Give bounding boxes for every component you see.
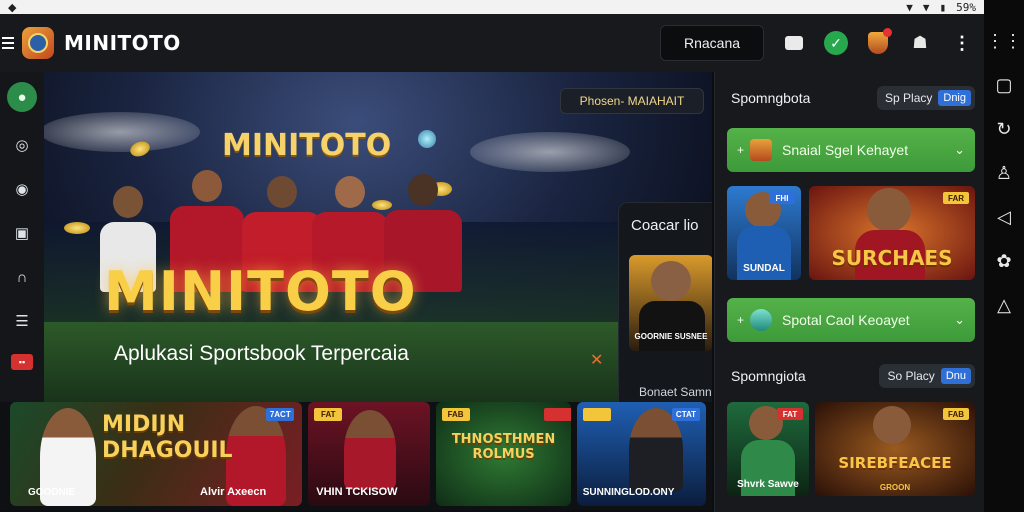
wifi-icon: ▼ (906, 0, 913, 14)
promo-badge: CTAT (672, 408, 700, 421)
section-filter[interactable]: So Placy Dnu (879, 364, 975, 388)
shield-notification-icon[interactable] (866, 28, 892, 55)
tile-title: SURCHAES (831, 246, 953, 270)
grid-icon[interactable]: ⋮⋮ (986, 30, 1022, 52)
recent-apps-icon[interactable]: ▢ (993, 74, 1015, 96)
promo-caption: VHIN TCKISOW (316, 486, 398, 498)
floating-promo-card[interactable]: Coacar lio GOORNIE SUSNEE Bonaet Samn (618, 202, 712, 404)
right-panel: Spomngbota Sp Placy Dnig + Snaial Sgel K… (714, 72, 984, 512)
list-icon[interactable]: ☰ (11, 310, 33, 332)
filter-tag: Dnu (940, 368, 971, 384)
person-icon[interactable]: ♙ (993, 162, 1015, 184)
hero-small-title: MINITOTO (222, 128, 392, 163)
promo-badge-icon (582, 408, 611, 421)
tile-badge: FAT (777, 408, 803, 420)
category-bar[interactable]: + Spotal Caol Keoayet ⌄ (727, 298, 975, 342)
game-tile[interactable]: SURCHAES FAR (809, 186, 975, 280)
floating-card-text: Bonaet Samn (639, 385, 712, 399)
trophy-icon (750, 139, 773, 161)
menu-icon[interactable] (2, 33, 16, 53)
settings-icon[interactable]: ✿ (993, 250, 1015, 272)
promo-card[interactable]: MIDIJN DHAGOUIL GOODNIE Alvir Axeecn 7AC… (10, 402, 303, 506)
floating-card-title: Coacar lio (631, 216, 699, 234)
floating-card-image: GOORNIE SUSNEE (629, 255, 712, 351)
promo-card[interactable]: VHIN TCKISOW FAT (308, 402, 430, 506)
promo-badge: FAT (314, 408, 343, 421)
live-icon[interactable]: ◉ (11, 178, 33, 200)
floating-card-caption: GOORNIE SUSNEE (634, 332, 708, 341)
home-up-icon[interactable]: △ (993, 294, 1015, 316)
promo-badge-icon (543, 408, 571, 421)
status-bar: ◆ ▼ ▼ ▮ 59% (0, 0, 984, 14)
filter-label: So Placy (887, 369, 935, 383)
more-icon[interactable]: ⋮ (950, 31, 974, 55)
brand-name[interactable]: MINITOTO (64, 31, 181, 55)
card-icon[interactable] (782, 31, 806, 55)
hero-tag[interactable]: Phosen- MAIAHAIT (560, 88, 704, 114)
promo-caption: SUNNINGLOD.ONY (582, 487, 675, 498)
chevron-down-icon: ⌄ (954, 142, 965, 157)
game-tile[interactable]: SUNDAL FHI (727, 186, 801, 280)
promo-card[interactable]: SUNNINGLOD.ONY CTAT (576, 402, 706, 506)
back-icon[interactable]: ◁ (993, 206, 1015, 228)
filter-tag: Dnig (938, 90, 971, 106)
user-icon[interactable]: ☗ (908, 31, 932, 55)
promo-card[interactable]: THNOSTHMEN ROLMUS FAB (435, 402, 571, 506)
search-button[interactable]: Rnacana (660, 25, 764, 61)
refresh-icon[interactable]: ↻ (993, 118, 1015, 140)
section-filter[interactable]: Sp Placy Dnig (877, 86, 975, 110)
game-tile[interactable]: SIREBFEACEE GROON FAB (815, 402, 975, 496)
top-header: MINITOTO Rnacana ✓ ☗ ⋮ (0, 14, 984, 72)
section-header: Spomngiota So Placy Dnu (731, 364, 975, 388)
section-title: Spomngiota (731, 368, 806, 384)
header-actions: Rnacana ✓ ☗ ⋮ (660, 25, 974, 61)
headset-icon[interactable]: ∩ (11, 266, 33, 288)
category-bar[interactable]: + Snaial Sgel Kehayet ⌄ (727, 128, 975, 172)
battery-icon: ▮ (939, 0, 947, 14)
shield-icon (750, 309, 773, 331)
promo-badge: 7ACT (266, 408, 295, 421)
promo-title: MIDIJN DHAGOUIL (102, 412, 233, 463)
android-icon: ◆ (8, 1, 17, 14)
system-nav-bar: ⋮⋮ ▢ ↻ ♙ ◁ ✿ △ (984, 0, 1024, 512)
tile-subtitle: GROON (879, 483, 911, 492)
signal-icon: ▼ (922, 0, 930, 14)
promo-left-caption: GOODNIE (28, 487, 76, 498)
section-header: Spomngbota Sp Placy Dnig (731, 86, 975, 110)
brand-logo[interactable] (22, 27, 54, 59)
sports-icon[interactable]: ◎ (11, 134, 33, 156)
battery-percent: 59% (956, 0, 976, 14)
promo-caption: Alvir Axeecn (200, 486, 267, 498)
tile-caption: SUNDAL (743, 263, 785, 274)
promo-badge: FAB (441, 408, 470, 421)
live-badge-icon[interactable]: ▪▪ (11, 354, 33, 370)
hero-subtitle: Aplukasi Sportsbook Terpercaia (114, 342, 409, 365)
section-title: Spomngbota (731, 90, 811, 106)
app-root: ◆ ▼ ▼ ▮ 59% MINITOTO Rnacana ✓ ☗ ⋮ MINIT… (0, 0, 1024, 512)
tile-badge: FAR (943, 192, 969, 204)
tile-badge: FHI (769, 192, 795, 204)
check-icon[interactable]: ✓ (824, 31, 848, 55)
plus-icon: + (737, 143, 745, 157)
tile-caption: Shvrk Sawve (737, 479, 799, 490)
tile-badge: FAB (943, 408, 969, 420)
category-label: Spotal Caol Keoayet (782, 312, 910, 328)
game-tile[interactable]: Shvrk Sawve FAT (727, 402, 809, 496)
hero-banner[interactable]: MINITOTO MINITOTO Aplukasi Sportsbook Te… (0, 72, 712, 404)
promo-row: MIDIJN DHAGOUIL GOODNIE Alvir Axeecn 7AC… (0, 402, 712, 510)
calendar-icon[interactable]: ▣ (11, 222, 33, 244)
hero-title: MINITOTO (104, 260, 417, 323)
filter-label: Sp Placy (885, 91, 933, 105)
close-icon[interactable]: ✕ (590, 350, 603, 370)
status-right: ▼ ▼ ▮ 59% (906, 1, 976, 14)
home-icon[interactable]: ● (7, 82, 37, 112)
tile-title: SIREBFEACEE (838, 454, 952, 472)
chevron-down-icon: ⌄ (954, 312, 965, 327)
left-sidebar: ● ◎ ◉ ▣ ∩ ☰ ▪▪ (0, 72, 44, 402)
promo-title: THNOSTHMEN ROLMUS (451, 432, 556, 462)
category-label: Snaial Sgel Kehayet (782, 142, 909, 158)
plus-icon: + (737, 313, 745, 327)
